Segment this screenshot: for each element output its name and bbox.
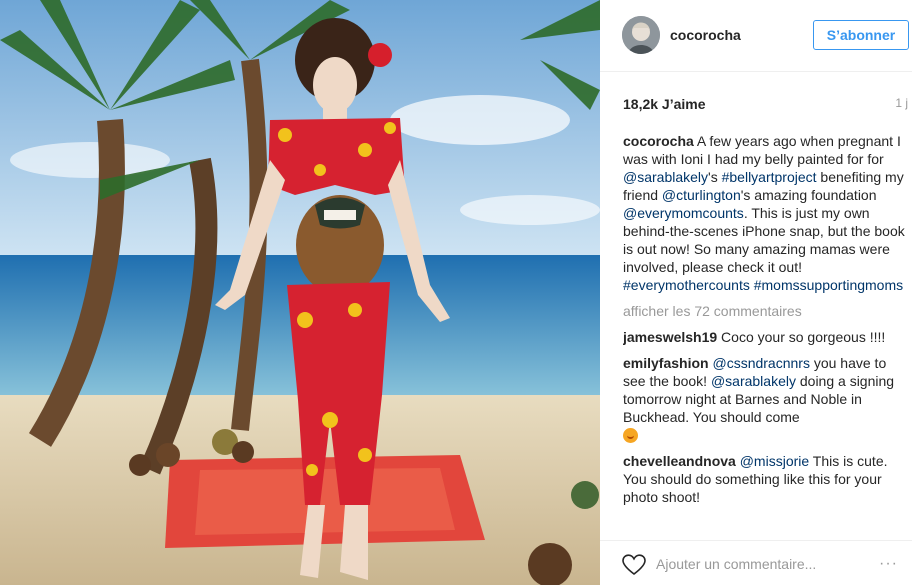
caption-author[interactable]: cocorocha	[623, 133, 694, 149]
post-details-panel: cocorocha S’abonner 18,2k J’aime 1 j coc…	[600, 0, 912, 585]
winking-kiss-emoji-icon	[623, 428, 638, 443]
post-header: cocorocha S’abonner	[600, 0, 912, 72]
add-comment-input[interactable]: Ajouter un commentaire...	[656, 556, 856, 572]
comment-author[interactable]: chevelleandnova	[623, 453, 736, 469]
caption-hashtag[interactable]: #bellyartproject	[722, 169, 817, 185]
post-time[interactable]: 1 j	[895, 96, 908, 110]
caption-hashtag[interactable]: #momssupportingmoms	[754, 277, 903, 293]
post-image[interactable]	[0, 0, 600, 585]
view-all-comments-link[interactable]: afficher les 72 commentaires	[623, 302, 905, 320]
follow-button[interactable]: S’abonner	[813, 20, 909, 50]
comments-list[interactable]: cocorocha A few years ago when pregnant …	[623, 132, 905, 527]
caption-mention[interactable]: @everymomcounts	[623, 205, 744, 221]
caption-hashtag[interactable]: #everymothercounts	[623, 277, 750, 293]
comment-item: jameswelsh19 Coco your so gorgeous !!!!	[623, 328, 905, 346]
caption: cocorocha A few years ago when pregnant …	[623, 132, 905, 294]
avatar-image	[622, 16, 660, 54]
caption-text: 's	[708, 169, 722, 185]
comment-author[interactable]: jameswelsh19	[623, 329, 717, 345]
more-options-icon[interactable]: ···	[879, 555, 898, 573]
comment-mention[interactable]: @missjorie	[740, 453, 809, 469]
caption-mention[interactable]: @sarablakely	[623, 169, 708, 185]
comment-item: emilyfashion @cssndracnnrs you have to s…	[623, 354, 905, 444]
post-username[interactable]: cocorocha	[670, 27, 741, 43]
comment-mention[interactable]: @sarablakely	[711, 373, 796, 389]
likes-row: 18,2k J’aime 1 j	[623, 96, 908, 114]
comment-mention[interactable]: @cssndracnnrs	[712, 355, 809, 371]
caption-text: 's amazing foundation	[740, 187, 877, 203]
caption-mention[interactable]: @cturlington	[662, 187, 741, 203]
comment-text: Coco your so gorgeous !!!!	[717, 329, 886, 345]
comment-author[interactable]: emilyfashion	[623, 355, 709, 371]
avatar[interactable]	[622, 16, 660, 54]
beach-photo-illustration	[0, 0, 600, 585]
comment-bar: Ajouter un commentaire... ···	[600, 540, 912, 585]
likes-count[interactable]: 18,2k J’aime	[623, 96, 706, 112]
heart-outline-icon[interactable]	[622, 554, 646, 576]
comment-item: chevelleandnova @missjorie This is cute.…	[623, 452, 905, 506]
